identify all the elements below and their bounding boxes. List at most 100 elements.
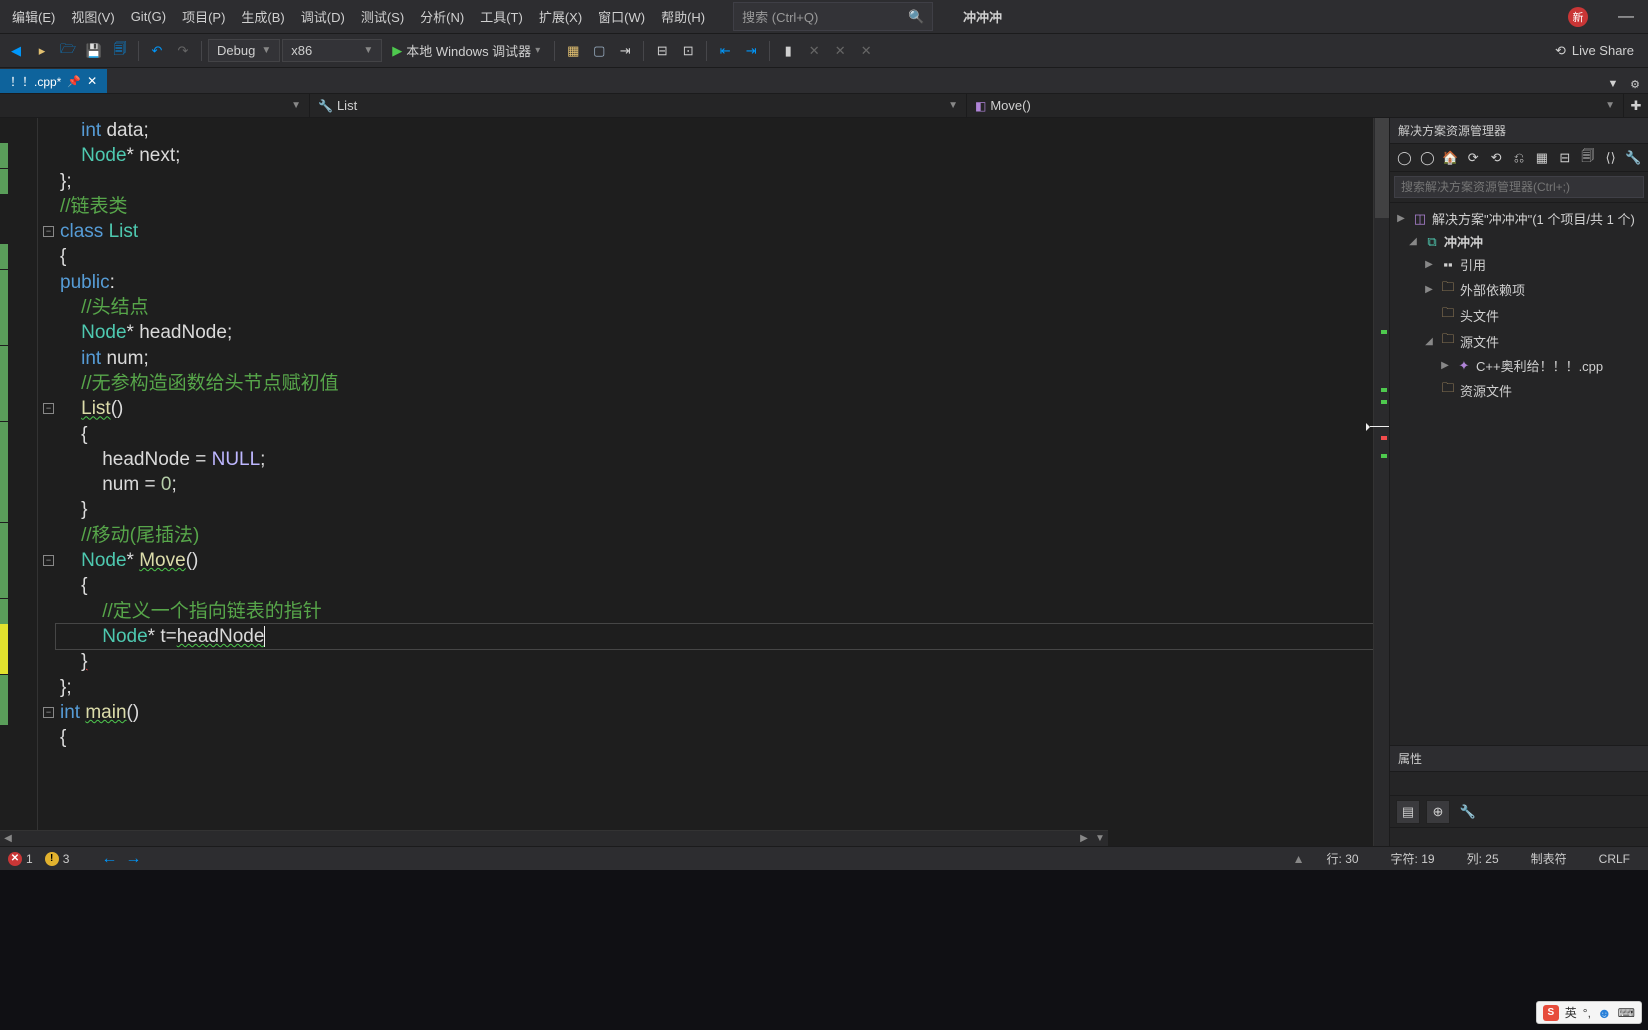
toolbar-icon-6[interactable]: ✕ — [802, 39, 826, 63]
save-button[interactable]: 💾 — [82, 39, 106, 63]
collapse-icon[interactable]: ◢ — [1422, 336, 1436, 347]
save-all-button[interactable]: 🗐 — [108, 39, 132, 63]
menu-test[interactable]: 测试(S) — [353, 1, 412, 32]
class-dropdown[interactable]: 🔧List▼ — [310, 94, 967, 117]
expand-icon[interactable]: ▶ — [1438, 360, 1452, 371]
scope-dropdown[interactable]: ▼ — [0, 94, 310, 117]
project-node[interactable]: ◢ ⧉ 冲冲冲 — [1390, 230, 1648, 253]
menu-project[interactable]: 项目(P) — [174, 1, 233, 32]
live-share-button[interactable]: ⟲ Live Share — [1545, 39, 1644, 63]
expand-icon[interactable]: ▶ — [1422, 284, 1436, 295]
ime-keyboard-icon[interactable]: ⌨ — [1618, 1006, 1635, 1020]
forward-arrow-icon[interactable]: ◯ — [1417, 147, 1438, 169]
references-node[interactable]: ▶ ▪▪ 引用 — [1390, 253, 1648, 276]
platform-combo[interactable]: x86▼ — [282, 39, 382, 62]
source-files-node[interactable]: ◢ 🗀 源文件 — [1390, 328, 1648, 354]
fold-toggle[interactable]: − — [43, 403, 54, 414]
menu-view[interactable]: 视图(V) — [63, 1, 122, 32]
ime-punct-icon[interactable]: °, — [1583, 1006, 1591, 1020]
open-button[interactable]: 🗁 — [56, 39, 80, 63]
toolbar-icon-8[interactable]: ✕ — [854, 39, 878, 63]
indent-button[interactable]: ⇤ — [713, 39, 737, 63]
cpp-file-node[interactable]: ▶ ✦ C++奥利给！！！.cpp — [1390, 354, 1648, 377]
tab-dropdown-icon[interactable]: ▼ — [1604, 75, 1622, 93]
menu-window[interactable]: 窗口(W) — [590, 1, 653, 32]
line-ending[interactable]: CRLF — [1599, 852, 1630, 866]
menu-help[interactable]: 帮助(H) — [653, 1, 713, 32]
horizontal-scrollbar[interactable]: ◀ ▶ ▼ — [0, 830, 1108, 846]
config-combo[interactable]: Debug▼ — [208, 39, 280, 62]
nav-back-arrow[interactable]: ← — [101, 850, 117, 868]
char-indicator[interactable]: 字符: 19 — [1391, 850, 1435, 867]
notification-badge[interactable]: 新 — [1568, 7, 1588, 27]
back-button[interactable]: ◀ — [4, 39, 28, 63]
filter-icon[interactable]: ⎌ — [1509, 147, 1530, 169]
warning-count[interactable]: ! 3 — [45, 852, 70, 866]
external-deps-node[interactable]: ▶ 🗀 外部依赖项 — [1390, 276, 1648, 302]
member-dropdown[interactable]: ◧Move()▼ — [967, 94, 1624, 117]
back-arrow-icon[interactable]: ◯ — [1394, 147, 1415, 169]
pushpin-icon[interactable]: 📌 — [67, 75, 81, 88]
wrench-icon[interactable]: 🔧 — [1623, 147, 1644, 169]
menu-edit[interactable]: 编辑(E) — [4, 1, 63, 32]
prop-wrench-icon[interactable]: 🔧 — [1456, 800, 1480, 824]
toolbar-icon-5[interactable]: ⊡ — [676, 39, 700, 63]
bookmark-button[interactable]: ▮ — [776, 39, 800, 63]
header-files-node[interactable]: 🗀 头文件 — [1390, 302, 1648, 328]
column-indicator[interactable]: 列: 25 — [1467, 850, 1499, 867]
local-debugger-button[interactable]: ▶ 本地 Windows 调试器 ▾ — [384, 38, 548, 63]
sync-icon[interactable]: ⟳ — [1463, 147, 1484, 169]
expand-icon[interactable]: ▶ — [1422, 259, 1436, 270]
resource-files-node[interactable]: 🗀 资源文件 — [1390, 377, 1648, 403]
menu-build[interactable]: 生成(B) — [233, 1, 292, 32]
close-icon[interactable]: ✕ — [87, 74, 97, 88]
toolbar-icon-1[interactable]: ▦ — [561, 39, 585, 63]
undo-button[interactable]: ↶ — [145, 39, 169, 63]
toolbar-icon-4[interactable]: ⊟ — [650, 39, 674, 63]
file-tab-active[interactable]: ！！.cpp* 📌 ✕ — [0, 69, 107, 93]
toolbar-icon-7[interactable]: ✕ — [828, 39, 852, 63]
solution-tree[interactable]: ▶ ◫ 解决方案"冲冲冲"(1 个项目/共 1 个) ◢ ⧉ 冲冲冲 ▶ ▪▪ … — [1390, 203, 1648, 745]
outdent-button[interactable]: ⇥ — [739, 39, 763, 63]
collapse-icon[interactable]: ◢ — [1406, 236, 1420, 247]
new-button[interactable]: ▸ — [30, 39, 54, 63]
menu-extensions[interactable]: 扩展(X) — [531, 1, 590, 32]
fold-toggle[interactable]: − — [43, 226, 54, 237]
refresh-icon[interactable]: ⟲ — [1486, 147, 1507, 169]
fold-toggle[interactable]: − — [43, 555, 54, 566]
expand-icon[interactable]: ▶ — [1394, 213, 1408, 224]
menu-debug[interactable]: 调试(D) — [293, 1, 353, 32]
scroll-left-arrow[interactable]: ◀ — [0, 833, 16, 844]
select-element-icon[interactable]: ▲ — [1293, 852, 1305, 866]
menu-analyze[interactable]: 分析(N) — [412, 1, 472, 32]
step-icon[interactable]: ⇥ — [613, 39, 637, 63]
solution-root[interactable]: ▶ ◫ 解决方案"冲冲冲"(1 个项目/共 1 个) — [1390, 207, 1648, 230]
solution-search-input[interactable] — [1394, 176, 1644, 198]
ime-lang[interactable]: 英 — [1565, 1004, 1577, 1021]
ime-face-icon[interactable]: ☻ — [1597, 1005, 1612, 1021]
nav-forward-arrow[interactable]: → — [125, 850, 141, 868]
scroll-right-arrow[interactable]: ▶ — [1076, 833, 1092, 844]
toolbar-icon-2[interactable]: ▢ — [587, 39, 611, 63]
minimize-icon[interactable]: — — [1608, 2, 1644, 32]
properties-icon[interactable]: 🗐 — [1577, 147, 1598, 169]
solution-search-box[interactable] — [1390, 172, 1648, 203]
ime-toolbar[interactable]: S 英 °, ☻ ⌨ — [1536, 1001, 1642, 1024]
show-all-icon[interactable]: ▦ — [1531, 147, 1552, 169]
menu-tools[interactable]: 工具(T) — [472, 1, 531, 32]
view-code-icon[interactable]: ⟨⟩ — [1600, 147, 1621, 169]
redo-button[interactable]: ↷ — [171, 39, 195, 63]
insert-mode[interactable]: 制表符 — [1531, 850, 1567, 867]
error-count[interactable]: ✕ 1 — [8, 852, 33, 866]
scroll-down-arrow[interactable]: ▼ — [1092, 833, 1108, 844]
categorized-icon[interactable]: ▤ — [1396, 800, 1420, 824]
fold-toggle[interactable]: − — [43, 707, 54, 718]
home-icon[interactable]: 🏠 — [1440, 147, 1461, 169]
line-indicator[interactable]: 行: 30 — [1327, 850, 1359, 867]
alphabetical-icon[interactable]: ⊕ — [1426, 800, 1450, 824]
tab-settings-icon[interactable]: ⚙ — [1626, 75, 1644, 93]
split-view-icon[interactable]: ✚ — [1624, 94, 1648, 117]
global-search[interactable]: 搜索 (Ctrl+Q) 🔍 — [733, 2, 933, 31]
menu-git[interactable]: Git(G) — [123, 3, 174, 30]
collapse-all-icon[interactable]: ⊟ — [1554, 147, 1575, 169]
